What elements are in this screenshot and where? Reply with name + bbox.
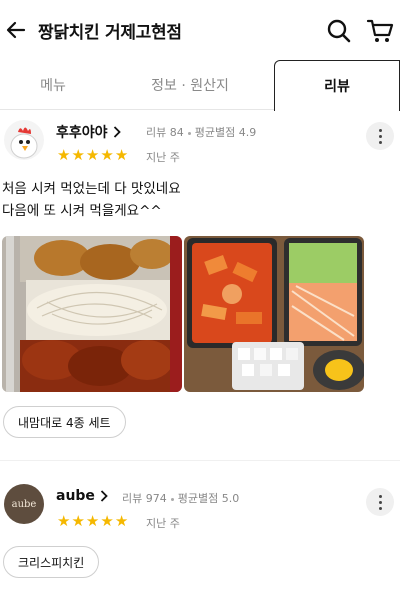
more-vertical-icon — [378, 127, 382, 145]
chicken-avatar-icon — [4, 120, 44, 160]
review-date: 지난 주 — [146, 517, 180, 530]
cart-button[interactable] — [366, 18, 394, 44]
star-icon: ★ — [85, 146, 100, 164]
tteokbokki-photo — [184, 236, 364, 392]
star-icon: ★ — [114, 146, 129, 164]
chevron-right-icon — [113, 126, 121, 138]
back-button[interactable] — [4, 18, 28, 42]
nickname-label: aube — [56, 488, 95, 504]
star-icon: ★ — [100, 146, 114, 164]
fried-chicken-photo — [2, 236, 182, 392]
review-item: 후후야야 리뷰 84 평균별점 4.9 ★ ★ ★ ★ ★ 지난 주 처음 시켜 … — [0, 110, 400, 450]
avatar[interactable] — [4, 120, 44, 160]
avatar-text: aube — [11, 498, 37, 510]
nickname-label: 후후야야 — [56, 125, 108, 141]
avatar[interactable]: aube — [4, 484, 44, 524]
page-title: 짱닭치킨 거제고현점 — [38, 23, 182, 43]
more-vertical-icon — [378, 493, 382, 511]
average-rating: 평균별점 5.0 — [177, 492, 240, 505]
search-button[interactable] — [326, 18, 352, 44]
arrow-left-icon — [6, 21, 26, 39]
app-header: 짱닭치킨 거제고현점 — [0, 0, 400, 60]
review-photo[interactable] — [2, 236, 182, 392]
review-count: 리뷰 974 — [122, 492, 167, 505]
menu-chip[interactable]: 크리스피치킨 — [3, 546, 100, 578]
more-options-button[interactable] — [366, 122, 394, 150]
reviewer-name[interactable]: aube — [56, 488, 108, 504]
star-icon: ★ — [100, 512, 114, 530]
review-count: 리뷰 84 — [146, 126, 184, 139]
tab-info-origin[interactable]: 정보 · 원산지 — [106, 60, 274, 110]
star-icon: ★ — [85, 512, 100, 530]
reviewer-name[interactable]: 후후야야 — [56, 122, 121, 142]
menu-chip[interactable]: 내맘대로 4종 세트 — [3, 406, 126, 438]
tab-review[interactable]: 리뷰 — [274, 60, 400, 111]
review-text: 처음 시켜 먹었는데 다 맛있네요 다음에 또 시켜 먹을게요^^ — [2, 181, 181, 219]
average-rating: 평균별점 4.9 — [194, 126, 257, 139]
chevron-right-icon — [100, 490, 108, 502]
more-options-button[interactable] — [366, 488, 394, 516]
reviewer-stats: 리뷰 84 평균별점 4.9 — [146, 124, 256, 140]
star-icon: ★ — [71, 146, 85, 164]
star-rating: ★ ★ ★ ★ ★ — [57, 514, 128, 529]
review-divider — [0, 460, 400, 461]
star-icon: ★ — [71, 512, 85, 530]
cart-icon — [366, 19, 394, 42]
review-date: 지난 주 — [146, 151, 180, 164]
review-photo[interactable] — [184, 236, 364, 392]
tab-menu[interactable]: 메뉴 — [0, 60, 106, 110]
star-icon: ★ — [57, 146, 71, 164]
star-rating: ★ ★ ★ ★ ★ — [57, 148, 128, 163]
star-icon: ★ — [57, 512, 71, 530]
review-photos — [2, 236, 364, 392]
search-icon — [327, 19, 351, 43]
review-item: aube aube 리뷰 974 평균별점 5.0 ★ ★ ★ ★ ★ 지난 주 … — [0, 476, 400, 596]
star-icon: ★ — [114, 512, 129, 530]
tab-bar: 메뉴 정보 · 원산지 리뷰 — [0, 60, 400, 111]
reviewer-stats: 리뷰 974 평균별점 5.0 — [122, 490, 239, 506]
